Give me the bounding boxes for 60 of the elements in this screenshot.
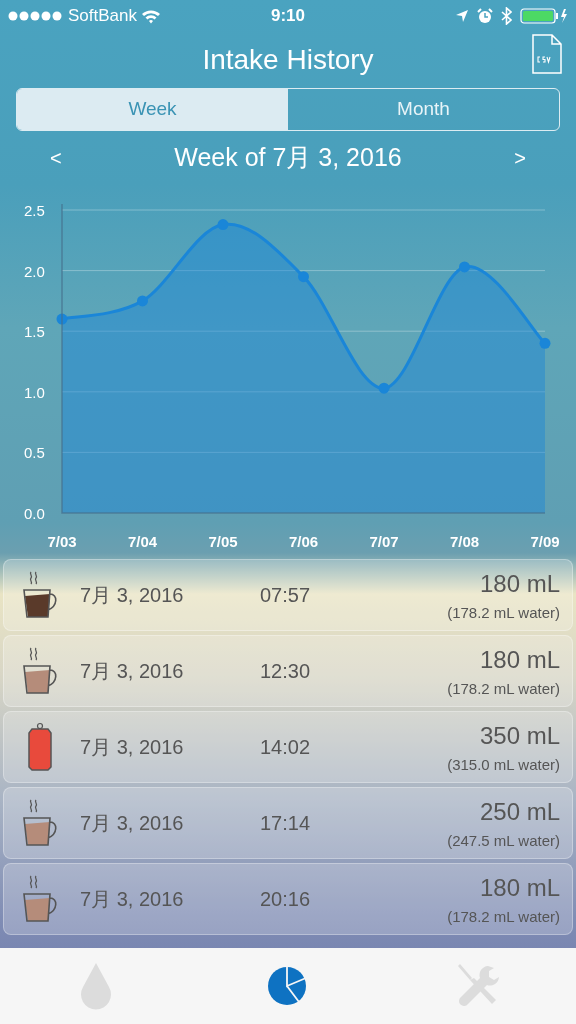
intake-row[interactable]: 7月 3, 2016 07:57 180 mL (178.2 mL water) xyxy=(3,559,573,631)
battery-icon xyxy=(520,8,568,24)
entry-date: 7月 3, 2016 xyxy=(80,811,185,836)
entry-time: 14:02 xyxy=(260,735,312,760)
intake-row[interactable]: 7月 3, 2016 12:30 180 mL (178.2 mL water) xyxy=(3,635,573,707)
intake-row[interactable]: 7月 3, 2016 20:16 180 mL (178.2 mL water) xyxy=(3,863,573,935)
water-amount: (178.2 mL water) xyxy=(447,602,560,623)
entry-date: 7月 3, 2016 xyxy=(80,659,185,684)
intake-row[interactable]: 7月 3, 2016 17:14 250 mL (247.5 mL water) xyxy=(3,787,573,859)
screen-title: Intake History xyxy=(202,44,374,75)
entry-time: 07:57 xyxy=(260,583,312,608)
data-point xyxy=(137,295,148,307)
water-amount: (178.2 mL water) xyxy=(447,678,560,699)
alarm-clock-icon xyxy=(477,8,493,24)
x-axis-label: 7/07 xyxy=(369,533,399,550)
entry-date: 7月 3, 2016 xyxy=(80,583,185,608)
x-axis-label: 7/04 xyxy=(127,533,158,550)
data-point xyxy=(298,271,309,283)
wifi-icon xyxy=(141,8,161,24)
y-axis-label: 2.5 xyxy=(24,202,45,219)
y-axis-label: 1.0 xyxy=(24,383,45,401)
entry-time: 20:16 xyxy=(260,887,312,912)
entry-amount: 180 mL xyxy=(479,568,560,599)
data-point xyxy=(217,219,229,231)
x-axis-label: 7/06 xyxy=(288,533,319,550)
entry-date: 7月 3, 2016 xyxy=(80,735,185,760)
next-week-button[interactable]: > xyxy=(508,142,532,174)
location-arrow-icon xyxy=(455,9,469,23)
water-amount: (315.0 mL water) xyxy=(447,754,560,775)
data-point xyxy=(459,261,470,273)
entry-time: 17:14 xyxy=(260,811,312,836)
entry-amount: 180 mL xyxy=(479,644,560,675)
previous-week-button[interactable]: < xyxy=(44,142,68,174)
csv-file-icon[interactable] xyxy=(532,34,562,74)
y-axis-label: 0.0 xyxy=(24,505,45,522)
data-point xyxy=(539,337,551,349)
x-axis-label: 7/09 xyxy=(530,533,560,550)
week-label: Week of 7月 3, 2016 xyxy=(174,142,402,174)
y-axis-label: 0.5 xyxy=(24,444,45,462)
entry-amount: 180 mL xyxy=(479,872,560,903)
x-axis-label: 7/08 xyxy=(449,533,480,550)
intake-row[interactable]: 7月 3, 2016 14:02 350 mL (315.0 mL water) xyxy=(3,711,573,783)
data-point xyxy=(56,313,68,325)
water-amount: (247.5 mL water) xyxy=(447,830,560,851)
y-axis-label: 2.0 xyxy=(24,262,45,280)
data-point xyxy=(378,382,390,394)
x-axis-label: 7/05 xyxy=(208,533,238,550)
segment-tab[interactable]: Week xyxy=(17,89,288,130)
bluetooth-icon xyxy=(501,7,512,25)
y-axis-label: 1.5 xyxy=(24,323,45,341)
segment-tab[interactable]: Month xyxy=(288,89,559,130)
entry-time: 12:30 xyxy=(260,659,312,684)
entry-amount: 250 mL xyxy=(479,796,560,827)
entry-date: 7月 3, 2016 xyxy=(80,887,185,912)
clock-time: 9:10 xyxy=(271,5,305,28)
x-axis-label: 7/03 xyxy=(47,533,77,550)
carrier-name: SoftBank xyxy=(68,5,137,28)
entry-amount: 350 mL xyxy=(479,720,560,751)
signal-icon xyxy=(8,11,64,21)
water-amount: (178.2 mL water) xyxy=(447,906,560,927)
